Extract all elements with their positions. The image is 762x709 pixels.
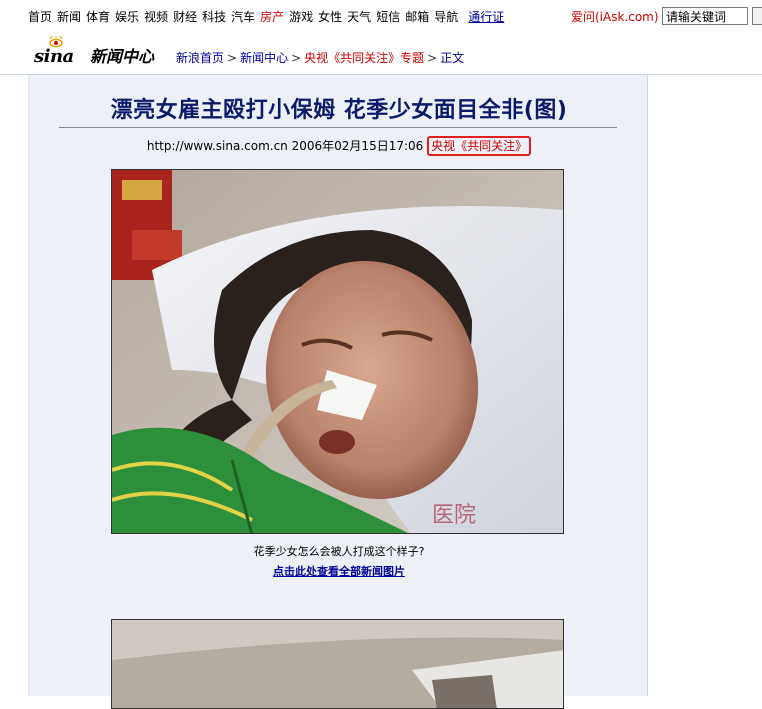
source-url: http://www.sina.com.cn — [146, 139, 288, 153]
nav-link-guide[interactable]: 导航 — [434, 9, 458, 25]
sina-logo[interactable]: sina — [34, 36, 80, 67]
search-input[interactable] — [662, 7, 748, 25]
nav-link-ent[interactable]: 娱乐 — [115, 9, 139, 25]
title-divider — [59, 127, 617, 128]
news-photo[interactable]: 医院 — [111, 169, 564, 534]
article-datetime: 2006年02月15日17:06 — [291, 139, 424, 153]
section-title: 新闻中心 — [90, 47, 155, 66]
photo-watermark: 医院 — [432, 503, 476, 528]
nav-link-home[interactable]: 首页 — [28, 9, 52, 25]
site-header: sina 新闻中心 新浪首页 > 新闻中心 > 央视《共同关注》专题 > 正文 — [0, 32, 762, 74]
iask-link[interactable]: 爱问(iAsk.com) — [571, 9, 659, 25]
photo-caption: 花季少女怎么会被人打成这个样子? — [253, 545, 425, 558]
top-nav: 首页 新闻 体育 娱乐 视频 财经 科技 汽车 房产 游戏 女性 天气 短信 邮… — [28, 9, 504, 25]
nav-link-mail[interactable]: 邮箱 — [405, 9, 429, 25]
more-photos-link[interactable]: 点击此处查看全部新闻图片 — [29, 563, 649, 579]
article-meta: http://www.sina.com.cn 2006年02月15日17:06 … — [29, 136, 649, 156]
nav-link-women[interactable]: 女性 — [318, 9, 342, 25]
breadcrumb-sep: > — [227, 51, 238, 65]
nav-link-games[interactable]: 游戏 — [289, 9, 313, 25]
nav-link-finance[interactable]: 财经 — [173, 9, 197, 25]
breadcrumb-sep: > — [291, 51, 302, 65]
top-nav-bar: 首页 新闻 体育 娱乐 视频 财经 科技 汽车 房产 游戏 女性 天气 短信 邮… — [0, 0, 762, 32]
breadcrumb-current[interactable]: 正文 — [440, 51, 464, 65]
news-photo-graphic: 医院 — [112, 170, 563, 533]
article-panel: 漂亮女雇主殴打小保姆 花季少女面目全非(图) http://www.sina.c… — [28, 75, 649, 709]
breadcrumb-home[interactable]: 新浪首页 — [176, 51, 224, 65]
search-button[interactable] — [752, 7, 762, 25]
nav-link-video[interactable]: 视频 — [144, 9, 168, 25]
nav-link-tech[interactable]: 科技 — [202, 9, 226, 25]
nav-link-weather[interactable]: 天气 — [347, 9, 371, 25]
breadcrumb: 新浪首页 > 新闻中心 > 央视《共同关注》专题 > 正文 — [176, 49, 464, 66]
breadcrumb-sep: > — [427, 51, 438, 65]
nav-link-sms[interactable]: 短信 — [376, 9, 400, 25]
nav-link-news[interactable]: 新闻 — [57, 9, 81, 25]
right-sidebar — [648, 75, 762, 696]
source-link[interactable]: 央视《共同关注》 — [427, 136, 532, 156]
breadcrumb-topic[interactable]: 央视《共同关注》专题 — [304, 51, 424, 65]
article-title: 漂亮女雇主殴打小保姆 花季少女面目全非(图) — [110, 98, 568, 123]
nav-link-auto[interactable]: 汽车 — [231, 9, 255, 25]
pass-link[interactable]: 通行证 — [468, 9, 504, 25]
logo-wordmark: sina — [34, 46, 74, 67]
nav-link-sports[interactable]: 体育 — [86, 9, 110, 25]
breadcrumb-news[interactable]: 新闻中心 — [240, 51, 288, 65]
nav-link-house[interactable]: 房产 — [260, 9, 284, 25]
